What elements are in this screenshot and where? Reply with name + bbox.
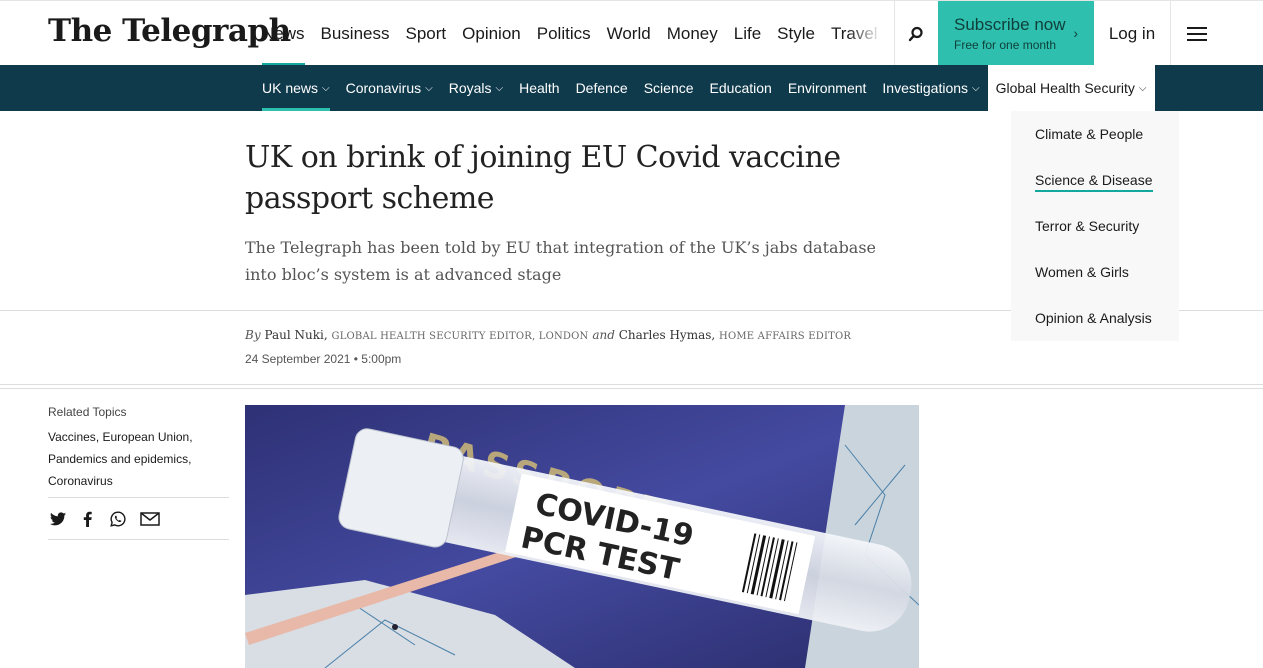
hamburger-menu-icon: [1187, 26, 1207, 41]
nav-politics[interactable]: Politics: [537, 1, 591, 66]
nav-life[interactable]: Life: [734, 1, 761, 66]
author-role: Home Affairs Editor: [719, 331, 852, 342]
share-whatsapp-button[interactable]: [110, 510, 126, 527]
chevron-down-icon: ⌵: [1138, 82, 1147, 94]
publish-date: 24 September 2021 • 5:00pm: [245, 352, 402, 366]
site-header: The Telegraph News Business Sport Opinio…: [0, 0, 1263, 66]
dropdown-item-terror-security[interactable]: Terror & Security: [1011, 207, 1179, 253]
subnav-uk-news[interactable]: UK news ⌵: [262, 65, 330, 111]
chevron-down-icon: ⌵: [425, 82, 433, 94]
author-link[interactable]: Paul Nuki,: [264, 328, 327, 342]
login-button[interactable]: Log in: [1094, 1, 1170, 66]
nav-news[interactable]: News: [262, 1, 305, 66]
related-topics-label: Related Topics: [48, 405, 127, 419]
nav-business[interactable]: Business: [321, 1, 390, 66]
subnav-science[interactable]: Science: [644, 65, 694, 111]
email-icon: [140, 511, 160, 526]
chevron-down-icon: ⌵: [495, 82, 504, 94]
global-health-dropdown: Climate & People Science & Disease Terro…: [1011, 111, 1179, 341]
subnav-health[interactable]: Health: [519, 65, 559, 111]
nav-opinion[interactable]: Opinion: [462, 1, 521, 66]
and-label: and: [592, 328, 615, 342]
divider: [0, 388, 1263, 389]
passport-pcr-test-illustration: PASSPORT COVID-19 PCR TEST: [245, 405, 919, 668]
subnav-investigations[interactable]: Investigations ⌵: [882, 65, 979, 111]
share-email-button[interactable]: [140, 511, 160, 526]
dropdown-item-climate-people[interactable]: Climate & People: [1011, 115, 1179, 161]
subnav-education[interactable]: Education: [710, 65, 772, 111]
nav-sport[interactable]: Sport: [406, 1, 447, 66]
chevron-down-icon: ⌵: [972, 82, 980, 94]
nav-money[interactable]: Money: [667, 1, 718, 66]
author-role: Global Health Security Editor, London: [331, 331, 589, 342]
main-nav: News Business Sport Opinion Politics Wor…: [262, 1, 888, 66]
chevron-right-icon: ›: [1073, 25, 1078, 41]
dropdown-item-science-disease[interactable]: Science & Disease: [1011, 161, 1179, 207]
article-hero-image: PASSPORT COVID-19 PCR TEST: [245, 405, 919, 668]
divider: [0, 384, 1263, 385]
subnav-defence[interactable]: Defence: [576, 65, 628, 111]
dropdown-item-women-girls[interactable]: Women & Girls: [1011, 253, 1179, 299]
subnav-environment[interactable]: Environment: [788, 65, 867, 111]
facebook-icon: [83, 511, 92, 527]
subnav-global-health-security[interactable]: Global Health Security ⌵: [987, 65, 1155, 111]
twitter-icon: [50, 511, 66, 525]
telegraph-logo[interactable]: The Telegraph: [48, 13, 291, 49]
topic-link[interactable]: Coronavirus: [48, 474, 113, 488]
search-button[interactable]: [894, 1, 938, 66]
share-twitter-button[interactable]: [50, 511, 66, 526]
share-bar: [48, 497, 229, 540]
nav-style[interactable]: Style: [777, 1, 815, 66]
related-topics-list: Vaccines, European Union, Pandemics and …: [48, 430, 193, 488]
article-headline: UK on brink of joining EU Covid vaccine …: [245, 140, 841, 216]
subnav-coronavirus[interactable]: Coronavirus ⌵: [346, 65, 433, 111]
search-icon: [908, 26, 923, 41]
by-label: By: [245, 328, 261, 342]
author-link[interactable]: Charles Hymas,: [619, 328, 715, 342]
dropdown-item-opinion-analysis[interactable]: Opinion & Analysis: [1011, 299, 1179, 345]
whatsapp-icon: [110, 510, 126, 527]
nav-fade: [848, 1, 896, 66]
subscribe-button[interactable]: Subscribe now Free for one month ›: [938, 1, 1094, 66]
topic-link[interactable]: Pandemics and epidemics: [48, 452, 188, 466]
subnav-royals[interactable]: Royals ⌵: [449, 65, 503, 111]
menu-button[interactable]: [1170, 1, 1224, 66]
topic-link[interactable]: European Union: [102, 430, 189, 444]
byline: By Paul Nuki, Global Health Security Edi…: [245, 328, 851, 342]
section-subnav: UK news ⌵ Coronavirus ⌵ Royals ⌵ Health Def…: [0, 65, 1263, 111]
share-facebook-button[interactable]: [80, 511, 96, 527]
topic-link[interactable]: Vaccines: [48, 430, 96, 444]
chevron-down-icon: ⌵: [322, 82, 330, 94]
article-standfirst: The Telegraph has been told by EU that i…: [245, 238, 877, 284]
nav-world[interactable]: World: [607, 1, 651, 66]
